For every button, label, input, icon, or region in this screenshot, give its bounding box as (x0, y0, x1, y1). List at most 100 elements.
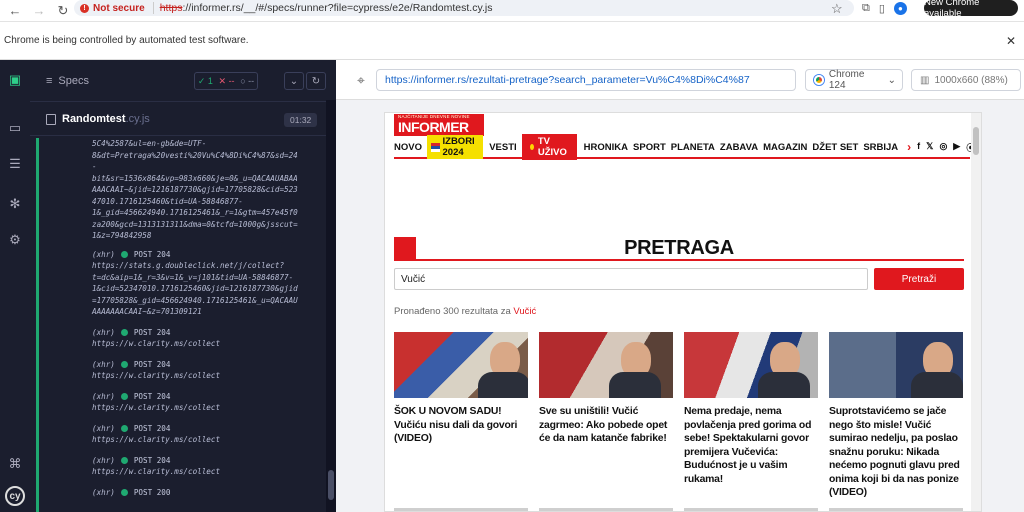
passed-count: ✓ 1 (197, 75, 213, 86)
specs-label: Specs (58, 74, 89, 87)
status-dot-icon (120, 250, 128, 258)
article-title[interactable]: Sve su uništili! Vučić zagrmeo: Ako pobe… (539, 405, 673, 446)
menu-item[interactable]: PLANETA (671, 142, 715, 153)
article-thumbnail[interactable] (539, 332, 673, 398)
browser-selector[interactable]: Chrome 124 ⌄ (805, 69, 903, 91)
viber-icon[interactable]: ✆ (981, 141, 982, 154)
article-card[interactable]: Sve su uništili! Vučić zagrmeo: Ako pobe… (539, 332, 673, 500)
command-log[interactable]: 5C4%2587&ul=en-gb&de=UTF- 8&dt=Pretraga%… (36, 138, 326, 512)
specs-toggle[interactable]: ≡ Specs (46, 75, 89, 87)
log-scrollbar-thumb[interactable] (328, 470, 334, 500)
cypress-logo-icon[interactable]: cy (5, 486, 25, 506)
new-chrome-button[interactable]: New Chrome available (924, 0, 1018, 19)
facebook-icon[interactable]: f (917, 141, 920, 154)
results-query[interactable]: Vučić (513, 306, 536, 317)
menu-item[interactable]: HRONIKA (584, 142, 628, 153)
menu-item[interactable]: SRBIJA (863, 142, 898, 153)
search-button[interactable]: Pretraži (874, 268, 964, 290)
keyboard-shortcuts-icon[interactable]: ⌘ (7, 456, 23, 472)
chevron-down-icon: ⌄ (887, 74, 896, 86)
selector-playground-icon[interactable]: ⌖ (353, 72, 369, 88)
article-thumbnail[interactable] (829, 332, 963, 398)
log-request-entry[interactable]: (xhr) POST 204 (39, 327, 326, 339)
back-icon[interactable]: ← (6, 2, 24, 20)
request-url: https://w.clarity.ms/collect (92, 467, 221, 476)
log-request-entry[interactable]: (xhr) POST 204 (39, 359, 326, 371)
spec-file-row[interactable]: Randomtest .cy.js 01:32 (30, 102, 336, 136)
log-request-entry[interactable]: (xhr) POST 204 (39, 391, 326, 403)
close-icon[interactable]: ✕ (1006, 34, 1016, 48)
article-thumbnail[interactable] (684, 332, 818, 398)
browser-window-icon[interactable]: ▭ (7, 120, 23, 136)
request-type: (xhr) (92, 359, 115, 369)
menu-item-vesti[interactable]: VESTI (489, 142, 516, 153)
status-dot-icon (120, 424, 128, 432)
article-card[interactable]: Nema predaje, nema povlačenja pred gorim… (684, 332, 818, 500)
url-text: ://informer.rs/__/#/specs/runner?file=cy… (182, 2, 493, 14)
request-type: (xhr) (92, 327, 115, 337)
request-method: POST 200 (133, 487, 171, 497)
site-scrollbar[interactable] (971, 113, 981, 511)
spec-runner-panel: ≡ Specs ✓ 1 ✕ -- ○ -- ⌄ ↻ Randomtest .cy… (30, 60, 336, 512)
site-main-menu: NOVO IZBORI 2024 VESTI TV UŽIVO HRONIKA S… (394, 134, 975, 160)
youtube-icon[interactable]: ▶ (953, 141, 960, 154)
informer-logo[interactable]: NAJČITANIJE DNEVNE NOVINE INFORMER (394, 114, 484, 136)
menu-item[interactable]: MAGAZIN (763, 142, 807, 153)
search-input[interactable]: Vučić (394, 268, 868, 290)
log-request-entry[interactable]: (xhr) POST 204 (39, 455, 326, 467)
spec-file-ext: .cy.js (125, 112, 150, 125)
request-method: POST 204 (133, 359, 171, 369)
article-title[interactable]: ŠOK U NOVOM SADU! Vučiću nisu dali da go… (394, 405, 528, 446)
failed-count: ✕ -- (218, 75, 235, 86)
menu-item[interactable]: SPORT (633, 142, 666, 153)
browser-toolbar: ← → ↻ ! Not secure https://informer.rs/_… (0, 0, 1024, 22)
site-scrollbar-thumb[interactable] (973, 127, 979, 155)
chevron-right-icon[interactable]: › (907, 140, 911, 154)
specs-list-icon[interactable]: ☰ (7, 156, 23, 172)
request-url: https://w.clarity.ms/collect (92, 339, 221, 348)
automation-infobar: Chrome is being controlled by automated … (0, 22, 1024, 60)
menu-item-izbori[interactable]: IZBORI 2024 (426, 135, 484, 159)
instagram-icon[interactable]: ◎ (939, 141, 947, 154)
request-type: (xhr) (92, 487, 115, 497)
debug-bug-icon[interactable]: ✻ (7, 196, 23, 212)
rerun-icon[interactable]: ↻ (306, 72, 326, 90)
not-secure-chip[interactable]: ! Not secure (80, 2, 154, 14)
request-url: https://w.clarity.ms/collect (92, 435, 221, 444)
cypress-sidebar: ▣ ▭ ☰ ✻ ⚙ ⌘ cy (0, 60, 30, 512)
menu-item-novo[interactable]: NOVO (394, 142, 422, 153)
log-request-entry[interactable]: (xhr) POST 200 (39, 487, 326, 499)
status-dot-icon (120, 360, 128, 368)
aut-url-field[interactable]: https://informer.rs/rezultati-pretrage?s… (376, 69, 796, 91)
request-method: POST 204 (133, 455, 171, 465)
article-card[interactable]: Suprotstavićemo se jače nego što misle! … (829, 332, 963, 500)
profile-avatar-icon[interactable]: ● (893, 1, 907, 15)
tv-uzivo-label: TV UŽIVO (537, 136, 567, 158)
bookmark-star-icon[interactable]: ☆ (831, 1, 843, 17)
article-title[interactable]: Suprotstavićemo se jače nego što misle! … (829, 405, 963, 500)
article-title[interactable]: Nema predaje, nema povlačenja pred gorim… (684, 405, 818, 486)
article-thumbnail[interactable] (394, 332, 528, 398)
viewport-info[interactable]: ▥ 1000x660 (88%) (911, 69, 1021, 91)
address-bar[interactable]: ! Not secure https://informer.rs/__/#/sp… (74, 0, 854, 16)
menu-item[interactable]: ZABAVA (720, 142, 758, 153)
chevron-down-icon[interactable]: ⌄ (284, 72, 304, 90)
log-request-entry[interactable]: (xhr) POST 204 (39, 249, 326, 261)
article-card[interactable]: ŠOK U NOVOM SADU! Vučiću nisu dali da go… (394, 332, 528, 500)
reload-icon[interactable]: ↻ (54, 2, 72, 20)
menu-item[interactable]: DŽET SET (812, 142, 858, 153)
status-dot-icon (120, 488, 128, 496)
x-twitter-icon[interactable]: 𝕏 (926, 141, 933, 154)
pending-count: ○ -- (240, 76, 255, 86)
not-secure-label: Not secure (93, 2, 145, 14)
log-request-entry[interactable]: (xhr) POST 204 (39, 423, 326, 435)
forward-icon[interactable]: → (30, 2, 48, 20)
settings-gear-icon[interactable]: ⚙ (7, 232, 23, 248)
extensions-icon[interactable]: ⧉ (862, 2, 870, 15)
menu-item-tv-uzivo[interactable]: TV UŽIVO (521, 134, 577, 160)
side-panel-icon[interactable]: ▯ (879, 2, 885, 15)
cypress-app-icon[interactable]: ▣ (7, 72, 23, 88)
log-scrollbar[interactable] (326, 100, 336, 512)
request-url: https://w.clarity.ms/collect (92, 403, 221, 412)
chrome-icon (814, 75, 824, 85)
